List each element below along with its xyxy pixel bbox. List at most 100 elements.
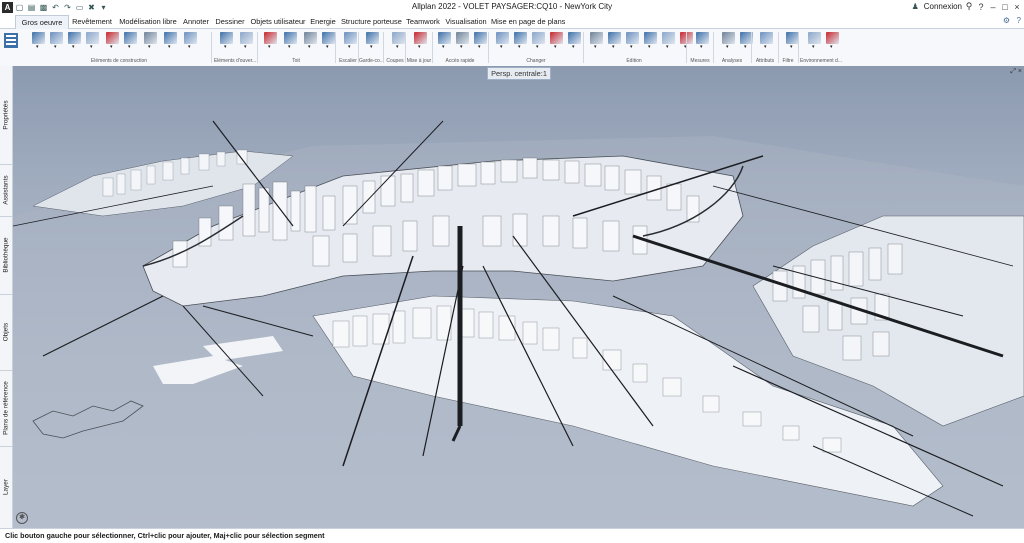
ribbon-tool-icon[interactable]: ▾ [606,30,623,50]
tab-structure-porteuse[interactable]: Structure porteuse [341,15,402,28]
ribbon-tool-icon[interactable]: ▾ [494,30,511,50]
dropdown-arrow-icon[interactable]: ▾ [36,44,39,50]
dropdown-arrow-icon[interactable]: ▾ [594,44,597,50]
ribbon-tool-icon[interactable]: ▾ [122,30,139,50]
sidebar-tab-bibliotheque[interactable]: Bibliothèque [0,216,12,295]
tab-gros-oeuvre[interactable]: Gros oeuvre [15,15,69,29]
ribbon-tool-icon[interactable]: ▾ [512,30,529,50]
dropdown-arrow-icon[interactable]: ▾ [830,44,833,50]
dropdown-arrow-icon[interactable]: ▾ [478,44,481,50]
dropdown-arrow-icon[interactable]: ▾ [418,44,421,50]
ribbon-tool-icon[interactable]: ▾ [412,30,429,50]
login-label[interactable]: Connexion [924,2,962,11]
tab-visualisation[interactable]: Visualisation [445,15,487,28]
dropdown-arrow-icon[interactable]: ▾ [326,44,329,50]
ribbon-tool-icon[interactable]: ▾ [720,30,737,50]
dropdown-arrow-icon[interactable]: ▾ [630,44,633,50]
ribbon-tool-icon[interactable]: ▾ [262,30,279,50]
dropdown-arrow-icon[interactable]: ▾ [726,44,729,50]
dropdown-arrow-icon[interactable]: ▾ [500,44,503,50]
minimize-icon[interactable]: – [988,1,998,12]
ribbon-tool-icon[interactable]: ▾ [282,30,299,50]
dropdown-arrow-icon[interactable]: ▾ [288,44,291,50]
open-file-icon[interactable]: ▤ [26,2,37,13]
dropdown-arrow-icon[interactable]: ▾ [370,44,373,50]
print-icon[interactable]: ▭ [74,2,85,13]
ribbon-tool-icon[interactable]: ▾ [182,30,199,50]
tools-icon[interactable]: ✖ [86,2,97,13]
ribbon-tool-icon[interactable]: ▾ [758,30,775,50]
dropdown-arrow-icon[interactable]: ▾ [648,44,651,50]
ribbon-tool-icon[interactable]: ▾ [342,30,359,50]
new-file-icon[interactable]: ▢ [14,2,25,13]
dropdown-arrow-icon[interactable]: ▾ [460,44,463,50]
tab-energie[interactable]: Energie [309,15,337,28]
ribbon-tool-icon[interactable]: ▾ [642,30,659,50]
ribbon-tool-icon[interactable]: ▾ [66,30,83,50]
dropdown-arrow-icon[interactable]: ▾ [536,44,539,50]
dropdown-arrow-icon[interactable]: ▾ [308,44,311,50]
tab-dessiner[interactable]: Dessiner [214,15,246,28]
dropdown-arrow-icon[interactable]: ▾ [72,44,75,50]
save-icon[interactable]: ▩ [38,2,49,13]
settings-icon[interactable]: ⚙ [1003,16,1010,25]
viewport-label[interactable]: Persp. centrale:1 [487,67,551,80]
dropdown-arrow-icon[interactable]: ▾ [128,44,131,50]
dropdown-arrow-icon[interactable]: ▾ [110,44,113,50]
help-icon[interactable]: ? [1017,16,1021,25]
app-logo[interactable]: A [2,1,13,13]
tab-teamwork[interactable]: Teamwork [405,15,441,28]
sidebar-tab-assistants[interactable]: Assistants [0,164,12,217]
sidebar-tab-layer[interactable]: Layer [0,446,12,528]
dropdown-arrow-icon[interactable]: ▾ [790,44,793,50]
viewport-controls[interactable]: ⤢ × [1010,68,1022,76]
dropdown-arrow-icon[interactable]: ▾ [612,44,615,50]
ribbon-tool-icon[interactable]: ▾ [238,30,255,50]
tab-annoter[interactable]: Annoter [181,15,211,28]
ribbon-tool-icon[interactable]: ▾ [142,30,159,50]
dropdown-arrow-icon[interactable]: ▾ [554,44,557,50]
ribbon-tool-icon[interactable]: ▾ [694,30,711,50]
ribbon-tool-icon[interactable]: ▾ [824,30,841,50]
ribbon-tool-icon[interactable]: ▾ [806,30,823,50]
dropdown-arrow-icon[interactable]: ▾ [744,44,747,50]
tab-modelisation-libre[interactable]: Modélisation libre [118,15,178,28]
ribbon-tool-icon[interactable]: ▾ [454,30,471,50]
redo-icon[interactable]: ↷ [62,2,73,13]
dropdown-arrow-icon[interactable]: ▾ [168,44,171,50]
dropdown-arrow-icon[interactable]: ▾ [700,44,703,50]
ribbon-tool-icon[interactable]: ▾ [84,30,101,50]
ribbon-tool-icon[interactable]: ▾ [530,30,547,50]
tab-revetement[interactable]: Revêtement [69,15,115,28]
ribbon-tool-icon[interactable]: ▾ [548,30,565,50]
dropdown-arrow-icon[interactable]: ▾ [572,44,575,50]
project-browser-icon[interactable] [2,31,20,51]
sidebar-tab-objets[interactable]: Objets [0,294,12,371]
ribbon-tool-icon[interactable]: ▾ [660,30,677,50]
dropdown-arrow-icon[interactable]: ▾ [442,44,445,50]
dropdown-arrow-icon[interactable]: ▾ [764,44,767,50]
ribbon-tool-icon[interactable]: ▾ [302,30,319,50]
close-icon[interactable]: × [1012,1,1022,12]
ribbon-tool-icon[interactable]: ▾ [48,30,65,50]
sidebar-tab-plans-reference[interactable]: Plans de référence [0,370,12,447]
dropdown-arrow-icon[interactable]: ▾ [54,44,57,50]
tab-objets-utilisateur[interactable]: Objets utilisateur [250,15,306,28]
ribbon-tool-icon[interactable]: ▾ [738,30,755,50]
ribbon-tool-icon[interactable]: ▾ [162,30,179,50]
dropdown-arrow-icon[interactable]: ▾ [666,44,669,50]
dropdown-arrow-icon[interactable]: ▾ [348,44,351,50]
dropdown-arrow-icon[interactable]: ▾ [244,44,247,50]
ribbon-tool-icon[interactable]: ▾ [436,30,453,50]
undo-icon[interactable]: ↶ [50,2,61,13]
dropdown-arrow-icon[interactable]: ▾ [148,44,151,50]
dropdown-arrow-icon[interactable]: ▾ [518,44,521,50]
dropdown-arrow-icon[interactable]: ▾ [812,44,815,50]
dropdown-arrow-icon[interactable]: ▾ [224,44,227,50]
ribbon-tool-icon[interactable]: ▾ [566,30,583,50]
dropdown-arrow-icon[interactable]: ▾ [396,44,399,50]
ribbon-tool-icon[interactable]: ▾ [364,30,381,50]
login-area[interactable]: ♟ Connexion [910,1,962,12]
ribbon-tool-icon[interactable]: ▾ [588,30,605,50]
dropdown-arrow-icon[interactable]: ▾ [268,44,271,50]
